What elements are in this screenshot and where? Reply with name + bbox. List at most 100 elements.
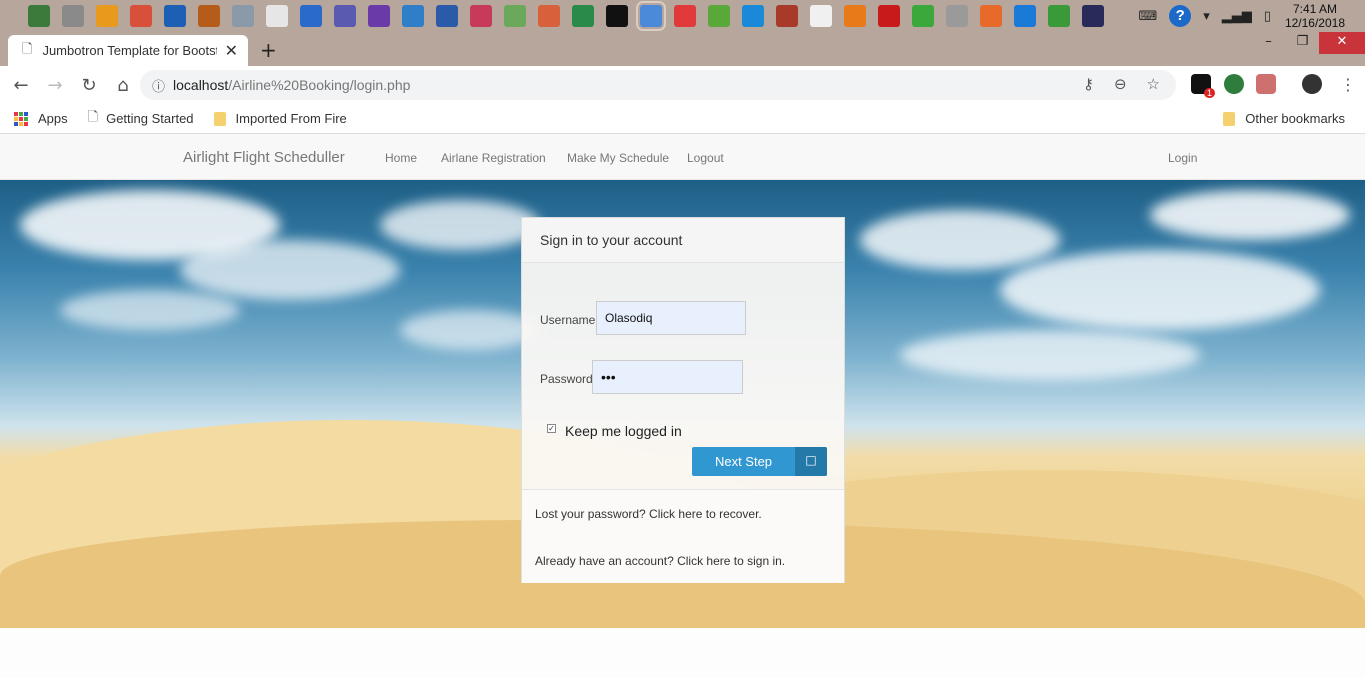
next-step-button[interactable]: Next Step □ — [692, 447, 827, 476]
profile-avatar[interactable] — [1302, 74, 1322, 94]
bookmark-label: Getting Started — [106, 111, 194, 126]
panel-heading: Sign in to your account — [522, 218, 844, 263]
zoom-icon[interactable]: ⊖ — [1114, 75, 1127, 93]
clock[interactable]: 7:41 AM 12/16/2018 — [1285, 2, 1345, 30]
taskbar-app-icon[interactable] — [844, 5, 866, 27]
address-bar[interactable]: ⓘ localhost/Airline%20Booking/login.php … — [140, 70, 1176, 100]
taskbar-app-icon[interactable] — [28, 5, 50, 27]
system-tray: ⌨ ? ▾ ▂▄▆ ▯ 7:41 AM 12/16/2018 — [1132, 0, 1365, 32]
browser-tab[interactable]: 🗋 Jumbotron Template for Bootstrap ✕ — [8, 35, 248, 66]
taskbar-app-icon[interactable] — [130, 5, 152, 27]
taskbar-app-icon[interactable] — [436, 5, 458, 27]
login-panel: Sign in to your account Username: Olasod… — [521, 217, 845, 583]
globe-extension-icon[interactable] — [1224, 74, 1244, 94]
key-icon[interactable]: ⚷ — [1083, 75, 1094, 93]
taskbar-app-icon[interactable] — [742, 5, 764, 27]
taskbar-app-icon[interactable] — [62, 5, 84, 27]
taskbar-app-icon[interactable] — [96, 5, 118, 27]
password-label: Password: — [540, 372, 597, 386]
taskbar-app-icon[interactable] — [504, 5, 526, 27]
taskbar-app-icon[interactable] — [946, 5, 968, 27]
close-tab-icon[interactable]: ✕ — [225, 41, 238, 60]
browser-toolbar: ← → ↻ ⌂ ⓘ localhost/Airline%20Booking/lo… — [0, 66, 1365, 104]
url-host: localhost — [173, 77, 229, 93]
taskbar-app-icon[interactable] — [266, 5, 288, 27]
taskbar-app-icon[interactable] — [1048, 5, 1070, 27]
info-icon[interactable]: ⓘ — [152, 76, 165, 95]
taskbar-app-icon[interactable] — [606, 5, 628, 27]
reload-icon[interactable]: ↻ — [74, 75, 104, 96]
menu-icon[interactable]: ⋮ — [1340, 75, 1356, 94]
next-step-label: Next Step — [714, 454, 773, 469]
nav-make-schedule[interactable]: Make My Schedule — [567, 151, 669, 165]
pdf-extension-icon[interactable] — [1256, 74, 1276, 94]
url-path: /Airline%20Booking/login.php — [228, 77, 411, 93]
bookmark-apps[interactable]: Apps — [14, 111, 68, 126]
new-tab-icon[interactable]: + — [260, 38, 277, 62]
taskbar-app-icon[interactable] — [402, 5, 424, 27]
keep-logged-checkbox[interactable]: ✓ — [547, 424, 556, 433]
back-icon[interactable]: ← — [6, 75, 36, 96]
site-navbar: Airlight Flight Scheduller Home Airlane … — [0, 134, 1365, 180]
page-icon: 🗋 — [22, 41, 33, 57]
site-brand[interactable]: Airlight Flight Scheduller — [183, 149, 345, 166]
taskbar-app-icon[interactable] — [1014, 5, 1036, 27]
chevron-up-icon[interactable]: ▾ — [1203, 9, 1210, 24]
taskbar-app-icon[interactable] — [232, 5, 254, 27]
taskbar-app-icon[interactable] — [368, 5, 390, 27]
folder-icon — [213, 111, 226, 126]
taskbar-app-icon[interactable] — [164, 5, 186, 27]
taskbar-app-icon[interactable] — [198, 5, 220, 27]
bookmark-label: Imported From Fire — [235, 111, 347, 126]
bookmark-getting-started[interactable]: 🗋 Getting Started — [88, 108, 194, 130]
home-icon[interactable]: ⌂ — [108, 75, 138, 96]
bookmark-imported[interactable]: Imported From Fire — [213, 111, 347, 126]
taskbar-app-icon[interactable] — [776, 5, 798, 27]
sign-in-link[interactable]: Already have an account? Click here to s… — [535, 554, 785, 568]
clock-date: 12/16/2018 — [1284, 16, 1345, 30]
close-window-icon[interactable]: ✕ — [1319, 32, 1365, 54]
taskbar-app-icon[interactable] — [470, 5, 492, 27]
forward-icon[interactable]: → — [40, 75, 70, 96]
username-label: Username: — [540, 313, 599, 327]
recover-password-link[interactable]: Lost your password? Click here to recove… — [535, 507, 762, 521]
apps-grid-icon — [14, 111, 28, 126]
tab-title: Jumbotron Template for Bootstrap — [42, 43, 218, 58]
taskbar-app-icon[interactable] — [708, 5, 730, 27]
nav-logout[interactable]: Logout — [687, 151, 724, 165]
password-input[interactable]: ••• — [592, 360, 743, 394]
nav-airlane-registration[interactable]: Airlane Registration — [441, 151, 546, 165]
taskbar-app-icon[interactable] — [636, 1, 666, 31]
folder-icon — [1223, 111, 1236, 126]
battery-icon: ▯ — [1263, 8, 1271, 24]
help-icon[interactable]: ? — [1169, 5, 1192, 27]
bookmarks-bar: Apps 🗋 Getting Started Imported From Fir… — [0, 104, 1365, 134]
taskbar-app-icon[interactable] — [300, 5, 322, 27]
taskbar-app-icon[interactable] — [810, 5, 832, 27]
taskbar-app-icon[interactable] — [538, 5, 560, 27]
extension-badge: 1 — [1203, 88, 1215, 98]
taskbar-app-icon[interactable] — [334, 5, 356, 27]
star-icon[interactable]: ☆ — [1147, 75, 1160, 93]
bookmark-label: Apps — [38, 111, 68, 126]
square-icon: □ — [795, 447, 827, 476]
extension-icon[interactable]: 1 — [1191, 74, 1215, 98]
bookmark-label: Other bookmarks — [1245, 111, 1345, 126]
taskbar-app-icon[interactable] — [980, 5, 1002, 27]
taskbar-app-icon[interactable] — [1082, 5, 1104, 27]
tab-strip: 🗋 Jumbotron Template for Bootstrap ✕ + –… — [0, 32, 1365, 66]
page-icon: 🗋 — [87, 109, 99, 125]
bookmark-other[interactable]: Other bookmarks — [1223, 111, 1345, 126]
panel-footer: Lost your password? Click here to recove… — [522, 489, 844, 583]
taskbar-app-icon[interactable] — [878, 5, 900, 27]
taskbar-app-icon[interactable] — [912, 5, 934, 27]
username-input[interactable]: Olasodiq — [596, 301, 746, 335]
taskbar-app-icon[interactable] — [674, 5, 696, 27]
keyboard-icon[interactable]: ⌨ — [1138, 9, 1157, 24]
nav-login[interactable]: Login — [1168, 151, 1197, 165]
keep-logged-label: Keep me logged in — [565, 423, 682, 439]
taskbar-app-icon[interactable] — [572, 5, 594, 27]
signal-icon: ▂▄▆ — [1221, 8, 1252, 24]
nav-home[interactable]: Home — [385, 151, 417, 165]
clock-time: 7:41 AM — [1292, 2, 1337, 16]
